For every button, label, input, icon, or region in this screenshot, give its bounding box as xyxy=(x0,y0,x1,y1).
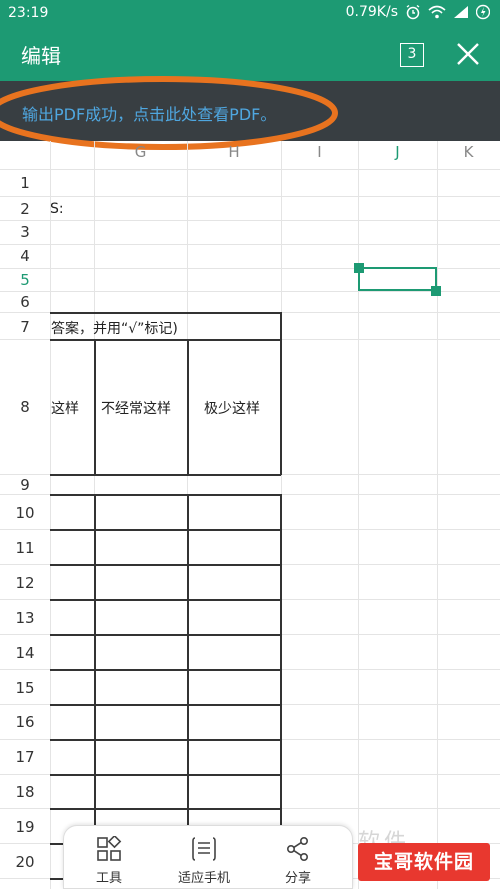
row-header-12[interactable]: 12 xyxy=(0,574,50,592)
cell-row8-col-c[interactable]: 极少这样 xyxy=(204,398,260,418)
status-bar: 23:19 0.79K/s xyxy=(0,0,500,27)
alarm-icon xyxy=(406,4,420,20)
selection-handle-bottom-right[interactable] xyxy=(431,286,441,296)
tools-button[interactable]: 工具 xyxy=(69,826,149,889)
row-header-4[interactable]: 4 xyxy=(0,247,50,265)
spreadsheet-grid[interactable]: G H I J K 1 2 3 4 5 6 7 8 9 10 11 12 13 … xyxy=(0,141,500,889)
row-header-9[interactable]: 9 xyxy=(0,476,50,494)
row-header-7[interactable]: 7 xyxy=(0,318,50,336)
wifi-icon xyxy=(428,5,446,19)
page-title: 编辑 xyxy=(21,44,61,68)
row-header-14[interactable]: 14 xyxy=(0,644,50,662)
selection-handle-top-left[interactable] xyxy=(354,263,364,273)
col-header-h[interactable]: H xyxy=(187,141,281,171)
site-watermark: 宝哥软件园 xyxy=(358,843,490,881)
bottom-toolbar: 工具 适应手机 分享 xyxy=(63,825,353,889)
row-header-1[interactable]: 1 xyxy=(0,174,50,192)
row-header-5[interactable]: 5 xyxy=(0,271,50,289)
col-header-j[interactable]: J xyxy=(358,141,437,171)
battery-charging-icon xyxy=(476,4,490,20)
sheet-count-button[interactable]: 3 xyxy=(400,43,424,67)
fit-phone-icon xyxy=(192,837,216,861)
signal-icon xyxy=(454,6,468,18)
cell-row8-col-b[interactable]: 不经常这样 xyxy=(101,398,171,418)
pdf-export-banner[interactable]: 输出PDF成功，点击此处查看PDF。 xyxy=(0,81,500,141)
row-header-18[interactable]: 18 xyxy=(0,783,50,801)
row-header-2[interactable]: 2 xyxy=(0,200,50,218)
row-header-6[interactable]: 6 xyxy=(0,293,50,311)
net-speed: 0.79K/s xyxy=(345,4,398,20)
selected-cell-j5[interactable] xyxy=(358,267,437,291)
tools-label: 工具 xyxy=(95,871,122,886)
row-header-16[interactable]: 16 xyxy=(0,713,50,731)
row-header-3[interactable]: 3 xyxy=(0,223,50,241)
cell-row2-text[interactable]: S: xyxy=(50,201,64,217)
row-header-8[interactable]: 8 xyxy=(0,398,50,416)
pdf-success-message[interactable]: 输出PDF成功，点击此处查看PDF。 xyxy=(22,101,276,125)
share-label: 分享 xyxy=(284,871,311,886)
status-icons: 0.79K/s xyxy=(346,4,490,20)
status-time: 23:19 xyxy=(8,5,49,21)
row-header-13[interactable]: 13 xyxy=(0,609,50,627)
fit-phone-button[interactable]: 适应手机 xyxy=(164,826,244,889)
row-header-10[interactable]: 10 xyxy=(0,504,50,522)
col-header-i[interactable]: I xyxy=(281,141,358,171)
fit-phone-label: 适应手机 xyxy=(177,871,230,886)
share-icon xyxy=(286,836,309,861)
cell-row8-col-a[interactable]: 这样 xyxy=(51,398,79,418)
row-header-11[interactable]: 11 xyxy=(0,539,50,557)
row-header-19[interactable]: 19 xyxy=(0,818,50,836)
close-icon[interactable] xyxy=(453,39,483,69)
app-bar: 编辑 3 xyxy=(0,27,500,81)
row-header-15[interactable]: 15 xyxy=(0,679,50,697)
row-header-17[interactable]: 17 xyxy=(0,748,50,766)
col-header-g[interactable]: G xyxy=(94,141,187,171)
grid-tools-icon xyxy=(97,836,122,861)
share-button[interactable]: 分享 xyxy=(258,826,338,889)
col-header-k[interactable]: K xyxy=(437,141,500,171)
row-header-20[interactable]: 20 xyxy=(0,853,50,871)
cell-row7-text[interactable]: 答案，并用“√”标记) xyxy=(51,318,178,338)
